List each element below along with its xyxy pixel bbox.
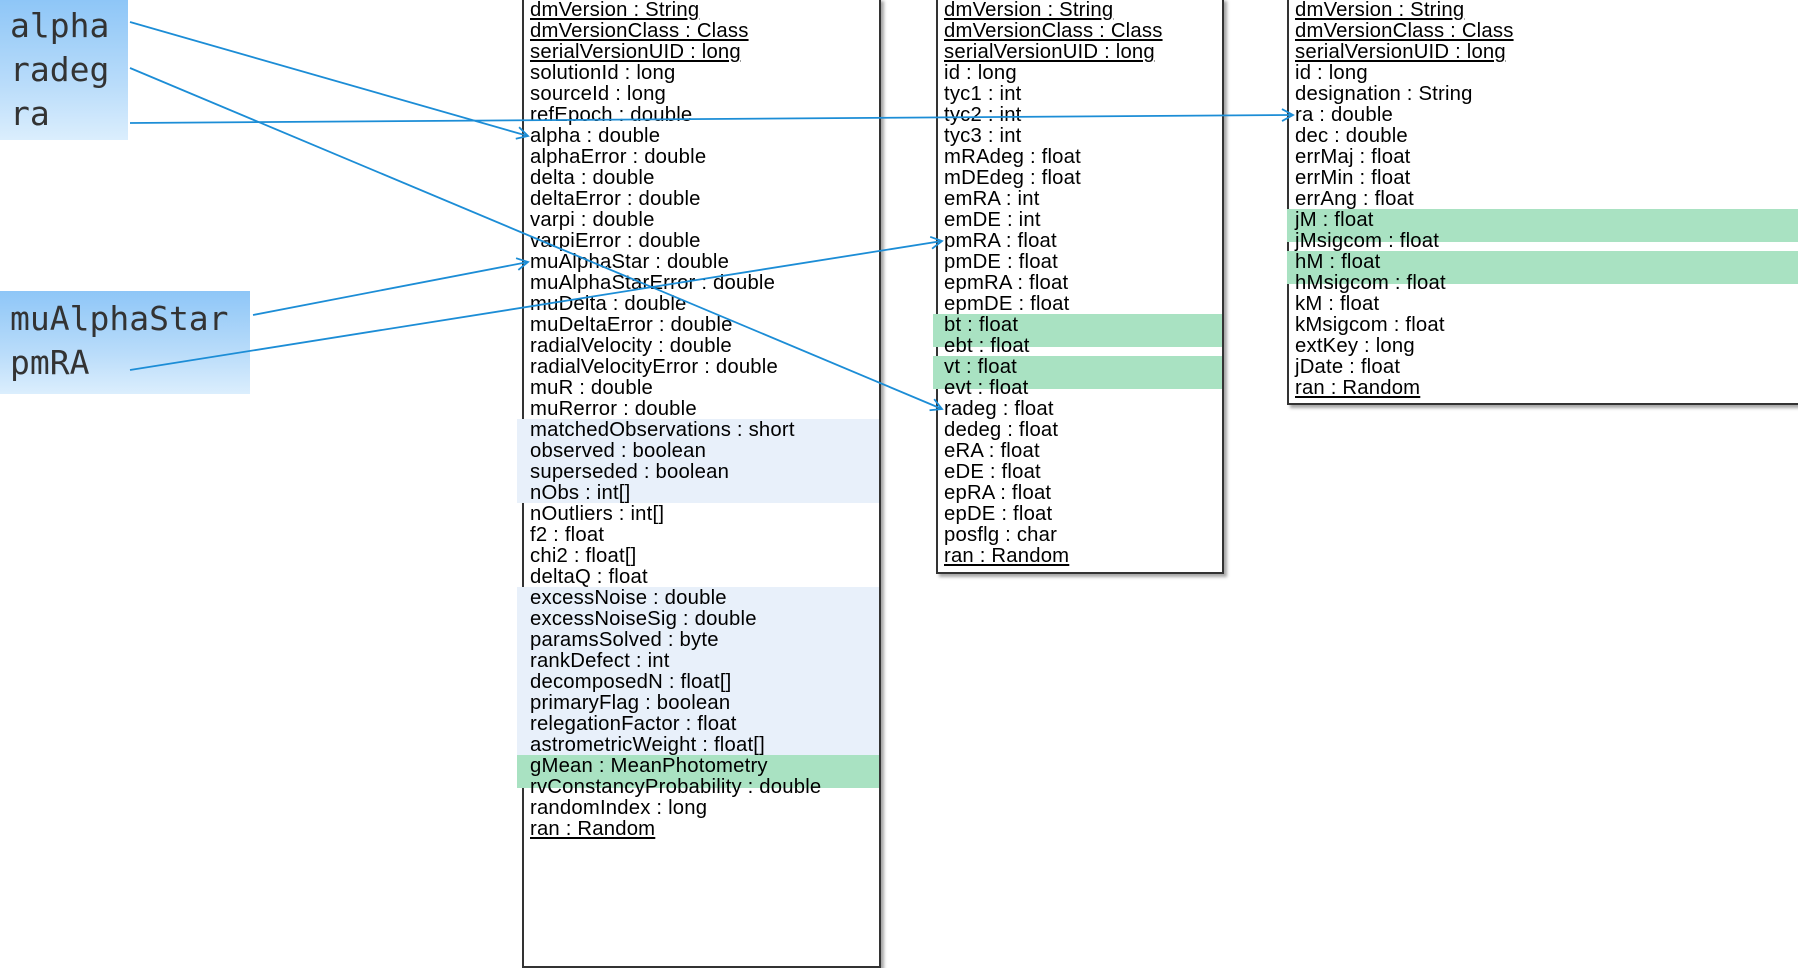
label-group-positions: alpha radeg ra (0, 0, 128, 140)
tycho-attribute: ran : Random (944, 545, 1070, 567)
gaia-attribute: ran : Random (530, 818, 656, 840)
label-group-proper-motion: muAlphaStar pmRA (0, 291, 250, 394)
label-alpha: alpha (10, 6, 110, 45)
label-muAlphaStar: muAlphaStar (10, 299, 229, 338)
label-pmRA: pmRA (10, 343, 90, 382)
label-ra: ra (10, 94, 50, 133)
arrow-muAlphaStar-to-gaia (252, 257, 530, 316)
arrow-alpha-to-gaia (129, 21, 530, 140)
label-radeg: radeg (10, 50, 110, 89)
twomass-attribute: ran : Random (1295, 377, 1421, 399)
